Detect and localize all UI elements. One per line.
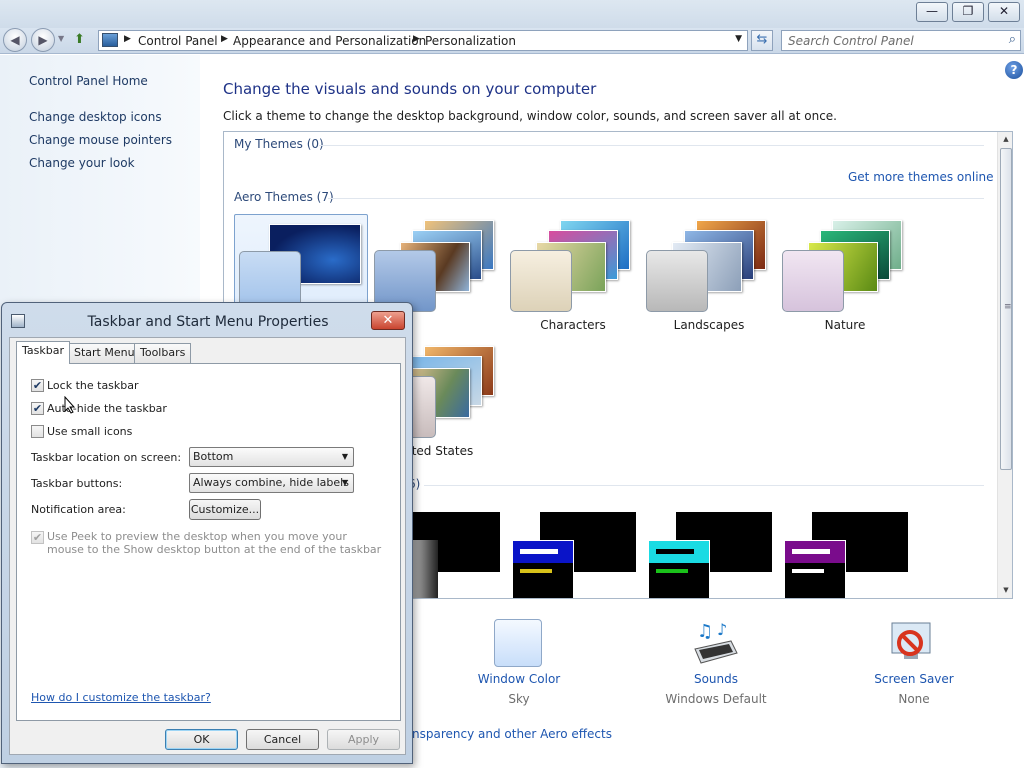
theme-label: Landscapes xyxy=(673,318,745,332)
navigation-bar: ◀ ▶ ▼ ⬆ ▶ Control Panel ▶ Appearance and… xyxy=(0,28,1024,54)
ok-button[interactable]: OK xyxy=(165,729,238,750)
divider xyxy=(319,145,984,146)
theme-characters[interactable]: Characters xyxy=(506,214,640,332)
glass-color-swatch xyxy=(782,250,844,312)
minimize-button[interactable]: — xyxy=(916,2,948,22)
search-box[interactable]: ⌕ xyxy=(781,30,1021,51)
auto-hide-checkbox[interactable]: ✔ xyxy=(31,402,44,415)
chevron-down-icon: ▼ xyxy=(341,478,348,487)
location-value: Bottom xyxy=(193,450,234,463)
control-panel-icon xyxy=(102,33,118,47)
title-color-swatch xyxy=(785,541,845,563)
breadcrumb-separator-icon[interactable]: ▶ xyxy=(124,34,131,44)
tab-taskbar[interactable]: Taskbar xyxy=(16,341,70,364)
tab-start-menu[interactable]: Start Menu xyxy=(68,343,141,363)
location-select[interactable]: Bottom ▼ xyxy=(189,447,354,467)
up-folder-icon[interactable]: ⬆ xyxy=(74,32,92,48)
glass-color-swatch xyxy=(646,250,708,312)
search-icon[interactable]: ⌕ xyxy=(1009,32,1016,47)
theme-high-contrast-2-swatch[interactable] xyxy=(648,540,710,598)
divider xyxy=(424,485,984,486)
sounds-value: Windows Default xyxy=(665,692,767,706)
maximize-button[interactable]: ❐ xyxy=(952,2,984,22)
dialog-close-button[interactable]: ✕ xyxy=(371,311,405,330)
screen-saver-value: None xyxy=(898,692,930,706)
title-color-swatch xyxy=(649,541,709,563)
title-bar: — ❐ ✕ xyxy=(0,0,1024,28)
theme-nature[interactable]: Nature xyxy=(778,214,912,332)
scroll-down-icon[interactable]: ▼ xyxy=(998,583,1012,597)
glass-color-swatch xyxy=(510,250,572,312)
address-bar[interactable]: ▶ Control Panel ▶ Appearance and Persona… xyxy=(98,30,748,51)
forward-button[interactable]: ▶ xyxy=(31,28,55,52)
svg-text:♪: ♪ xyxy=(717,620,727,639)
help-icon[interactable]: ? xyxy=(1005,61,1023,79)
aero-themes-heading: Aero Themes (7) xyxy=(234,190,334,204)
theme-label: Nature xyxy=(824,318,866,332)
scrollbar-thumb[interactable]: ≡ xyxy=(1000,148,1012,470)
breadcrumb-control-panel[interactable]: Control Panel xyxy=(138,34,218,48)
taskbar-tab-panel: ✔ Lock the taskbar ✔ Auto-hide the taskb… xyxy=(16,363,401,721)
close-button[interactable]: ✕ xyxy=(988,2,1020,22)
buttons-value: Always combine, hide labels xyxy=(193,476,349,489)
theme-high-contrast-black-swatch[interactable] xyxy=(784,540,846,598)
mouse-cursor-icon xyxy=(64,396,76,414)
sidebar-item-home[interactable]: Control Panel Home xyxy=(29,74,148,88)
sounds-link[interactable]: Sounds xyxy=(656,672,776,686)
theme-label: Characters xyxy=(540,318,606,332)
title-color-swatch xyxy=(513,541,573,563)
lock-taskbar-label[interactable]: Lock the taskbar xyxy=(47,379,139,392)
peek-label: Use Peek to preview the desktop when you… xyxy=(47,530,382,556)
refresh-button[interactable]: ⇆ xyxy=(751,30,773,51)
back-button[interactable]: ◀ xyxy=(3,28,27,52)
page-title: Change the visuals and sounds on your co… xyxy=(223,80,597,98)
window-color-value: Sky xyxy=(508,692,530,706)
apply-button[interactable]: Apply xyxy=(327,729,400,750)
scroll-up-icon[interactable]: ▲ xyxy=(998,132,1012,146)
my-themes-heading: My Themes (0) xyxy=(234,137,324,151)
buttons-label: Taskbar buttons: xyxy=(31,477,123,490)
dialog-title: Taskbar and Start Menu Properties xyxy=(87,314,329,330)
window-color-icon[interactable] xyxy=(494,619,542,667)
theme-landscapes[interactable]: Landscapes xyxy=(642,214,776,332)
notification-label: Notification area: xyxy=(31,503,126,516)
sidebar-item-desktop-icons[interactable]: Change desktop icons xyxy=(29,110,162,124)
page-description: Click a theme to change the desktop back… xyxy=(223,109,837,123)
get-more-themes-link[interactable]: Get more themes online xyxy=(848,170,994,184)
location-label: Taskbar location on screen: xyxy=(31,451,182,464)
tab-toolbars[interactable]: Toolbars xyxy=(134,343,192,363)
sidebar-item-mouse-pointers[interactable]: Change mouse pointers xyxy=(29,133,172,147)
breadcrumb-separator-icon[interactable]: ▶ xyxy=(221,34,228,44)
peek-checkbox[interactable]: ✔ xyxy=(31,531,44,544)
lock-taskbar-checkbox[interactable]: ✔ xyxy=(31,379,44,392)
recent-pages-dropdown[interactable]: ▼ xyxy=(58,34,64,43)
theme-list-scrollbar[interactable]: ▲ ≡ ▼ xyxy=(997,132,1012,598)
chevron-down-icon: ▼ xyxy=(341,452,348,461)
breadcrumb-separator-icon[interactable]: ▶ xyxy=(413,34,420,44)
transparency-aero-link[interactable]: nsparency and other Aero effects xyxy=(412,727,612,741)
divider xyxy=(328,198,984,199)
taskbar-properties-dialog: Taskbar and Start Menu Properties ✕ Task… xyxy=(1,302,413,764)
small-icons-checkbox[interactable] xyxy=(31,425,44,438)
sounds-icon[interactable]: ♫ ♪ xyxy=(691,619,739,667)
theme-high-contrast-1-swatch[interactable] xyxy=(512,540,574,598)
svg-text:♫: ♫ xyxy=(697,621,713,642)
small-icons-label[interactable]: Use small icons xyxy=(47,425,132,438)
sidebar-item-change-look[interactable]: Change your look xyxy=(29,156,135,170)
buttons-select[interactable]: Always combine, hide labels ▼ xyxy=(189,473,354,493)
search-input[interactable] xyxy=(788,33,993,48)
customize-help-link[interactable]: How do I customize the taskbar? xyxy=(31,691,211,704)
screen-saver-icon[interactable] xyxy=(888,619,936,667)
screen-saver-link[interactable]: Screen Saver xyxy=(854,672,974,686)
breadcrumb-personalization[interactable]: Personalization xyxy=(425,34,516,48)
window-color-link[interactable]: Window Color xyxy=(459,672,579,686)
customize-button[interactable]: Customize... xyxy=(189,499,261,520)
breadcrumb-appearance[interactable]: Appearance and Personalization xyxy=(233,34,426,48)
cancel-button[interactable]: Cancel xyxy=(246,729,319,750)
address-dropdown-icon[interactable]: ▼ xyxy=(735,34,742,44)
